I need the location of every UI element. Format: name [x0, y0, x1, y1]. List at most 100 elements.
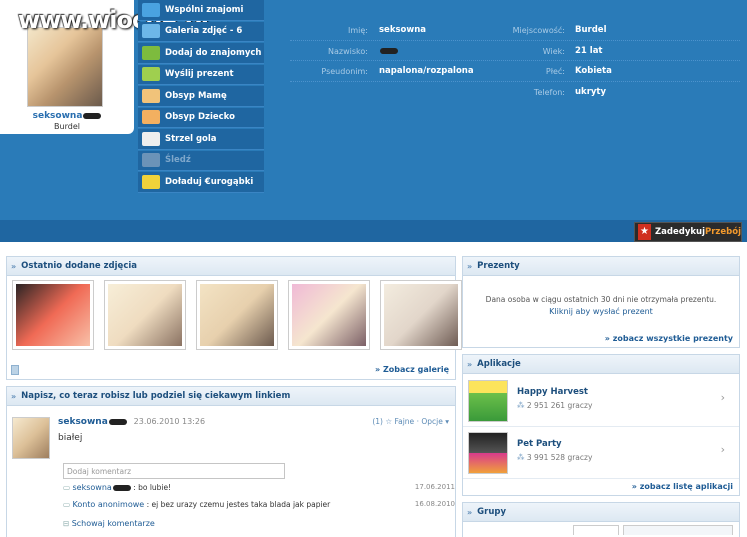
like-button[interactable]: Fajne: [394, 417, 414, 426]
dedicate-label: Zadedykuj: [655, 227, 706, 237]
chevron-down-icon[interactable]: »: [11, 262, 16, 271]
photo-thumbnail[interactable]: [288, 280, 370, 350]
photo-thumbnail[interactable]: [380, 280, 462, 350]
menu-label: Strzel gola: [165, 133, 217, 144]
menu-label: Dodaj do znajomych: [165, 47, 262, 58]
menu-item-add-friend[interactable]: Dodaj do znajomych: [138, 43, 264, 64]
comment-author[interactable]: seksowna: [72, 483, 131, 492]
child-icon: [142, 110, 160, 125]
see-apps-list-link[interactable]: » zobacz listę aplikacji: [632, 482, 733, 491]
city-value: Burdel: [575, 25, 607, 35]
dedicate-accent: Przebój: [705, 227, 741, 237]
comment-text: : bo lubie!: [133, 483, 172, 492]
nickname-value: napalona/rozpalona: [379, 66, 474, 76]
see-gallery-link[interactable]: » Zobacz galerię: [375, 365, 449, 374]
status-update-header: » Napisz, co teraz robisz lub podziel się…: [7, 387, 455, 406]
censor-blot: [83, 112, 102, 119]
groups-tab[interactable]: [573, 525, 619, 535]
photo-thumbnail[interactable]: [104, 280, 186, 350]
comment-author[interactable]: Konto anonimowe: [72, 500, 144, 509]
photo-thumbnail[interactable]: [12, 280, 94, 350]
players-icon: ⁂: [517, 401, 525, 410]
comment-bubble-icon: ▭: [63, 500, 71, 509]
options-button[interactable]: Opcje: [421, 417, 443, 426]
see-all-gifts-link[interactable]: » zobacz wszystkie prezenty: [605, 334, 733, 343]
comment-input[interactable]: Dodaj komentarz: [63, 463, 285, 479]
menu-label: Wspólni znajomi: [165, 4, 244, 15]
dedicate-hit-button[interactable]: ★ Zadedykuj Przebój: [634, 222, 742, 242]
menu-item-obsyp-dziecko[interactable]: Obsyp Dziecko: [138, 107, 264, 128]
first-name-value: seksowna: [379, 25, 427, 35]
details-row: Imię: seksowna Miejscowość: Burdel: [290, 20, 740, 41]
chevron-right-icon: ›: [720, 443, 725, 456]
post-actions: (1) ☆ Fajne · Opcje ▾: [372, 417, 449, 426]
gender-value: Kobieta: [575, 66, 612, 76]
panel-title: Prezenty: [477, 261, 520, 271]
panel-title: Ostatnio dodane zdjęcia: [21, 261, 138, 271]
post-author-text: seksowna: [58, 417, 108, 427]
menu-item-strzel-gola[interactable]: Strzel gola: [138, 129, 264, 150]
photo-image: [16, 284, 90, 346]
gifts-panel: » Prezenty Dana osoba w ciągu ostatnich 3…: [462, 256, 740, 348]
profile-name-text: seksowna: [32, 111, 83, 121]
gifts-header: » Prezenty: [463, 257, 739, 276]
menu-item-follow[interactable]: Śledź: [138, 150, 264, 171]
censor-blot: [380, 48, 398, 54]
comment-author-text: seksowna: [72, 483, 112, 492]
send-gift-link[interactable]: Kliknij aby wysłać prezent: [549, 307, 653, 316]
photo-image: [108, 284, 182, 346]
collapse-icon: ⊟: [63, 519, 70, 528]
panel-title: Aplikacje: [477, 359, 521, 369]
profile-city: Burdel: [54, 122, 80, 131]
app-item-happy-harvest[interactable]: Happy Harvest ⁂ 2 951 261 graczy ›: [463, 375, 739, 427]
star-outline-icon[interactable]: ☆: [385, 417, 392, 426]
post-author[interactable]: seksowna: [58, 417, 127, 427]
groups-header: » Grupy: [463, 503, 739, 522]
photo-image: [384, 284, 458, 346]
menu-item-mutual-friends[interactable]: Wspólni znajomi: [138, 0, 264, 21]
chevron-down-icon[interactable]: »: [467, 262, 472, 271]
menu-label: Śledź: [165, 155, 191, 166]
censor-blot: [108, 418, 127, 425]
first-name-label: Imię:: [348, 26, 368, 35]
gift-icon: [142, 67, 160, 82]
no-gifts-message: Dana osoba w ciągu ostatnich 30 dni nie …: [485, 295, 717, 304]
profile-details: Imię: seksowna Miejscowość: Burdel Nazwi…: [290, 20, 740, 102]
app-players: ⁂ 2 951 261 graczy: [517, 401, 592, 410]
status-text: białej: [58, 433, 83, 443]
profile-photo[interactable]: [27, 27, 103, 107]
phone-label: Telefon:: [533, 87, 565, 97]
football-icon: [142, 131, 160, 146]
chevron-down-icon[interactable]: »: [11, 392, 16, 401]
menu-item-send-gift[interactable]: Wyślij prezent: [138, 64, 264, 85]
menu-label: Doładuj €urogąbki: [165, 176, 254, 187]
profile-name[interactable]: seksowna: [0, 111, 134, 121]
chevron-right-icon: ›: [720, 391, 725, 404]
details-row: Pseudonim: napalona/rozpalona Płeć: Kobi…: [290, 61, 740, 82]
menu-label: Galeria zdjęć - 6: [165, 26, 243, 37]
censor-blot: [112, 484, 131, 491]
app-item-pet-party[interactable]: Pet Party ⁂ 3 991 528 graczy ›: [463, 427, 739, 479]
chevron-down-icon[interactable]: ▾: [445, 417, 449, 426]
panel-title: Grupy: [477, 507, 507, 517]
last-name-value: [379, 47, 398, 57]
menu-item-eurogabki[interactable]: Doładuj €urogąbki: [138, 172, 264, 193]
comment-placeholder: Dodaj komentarz: [67, 466, 132, 476]
profile-actions-menu: Wspólni znajomi Galeria zdjęć - 6 Dodaj …: [138, 0, 264, 194]
chevron-down-icon[interactable]: »: [467, 508, 472, 517]
menu-label: Obsyp Dziecko: [165, 112, 235, 123]
people-icon: [142, 2, 160, 17]
menu-item-obsyp-mame[interactable]: Obsyp Mamę: [138, 86, 264, 107]
hide-comments-link[interactable]: Schowaj komentarze: [72, 519, 155, 528]
comment-item: ▭ Konto anonimowe : ej bez urazy czemu j…: [63, 500, 455, 509]
menu-label: Obsyp Mamę: [165, 90, 227, 101]
app-players: ⁂ 3 991 528 graczy: [517, 453, 592, 462]
avatar[interactable]: [12, 417, 50, 459]
gallery-icon: [142, 24, 160, 39]
groups-tab[interactable]: [623, 525, 733, 535]
apps-panel: » Aplikacje Happy Harvest ⁂ 2 951 261 gra…: [462, 354, 740, 496]
chevron-down-icon[interactable]: »: [467, 360, 472, 369]
menu-item-gallery[interactable]: Galeria zdjęć - 6: [138, 21, 264, 42]
photo-thumbnail[interactable]: [196, 280, 278, 350]
players-icon: ⁂: [517, 453, 525, 462]
